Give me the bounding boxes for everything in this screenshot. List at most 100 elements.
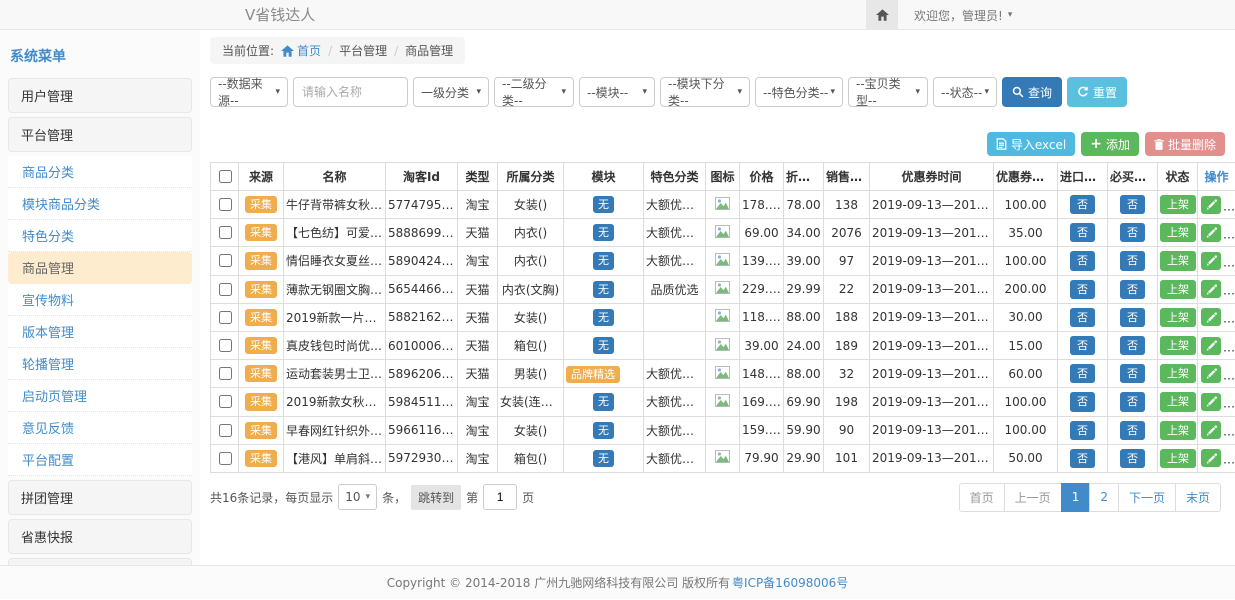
sidebar-subitem[interactable]: 特色分类 bbox=[8, 220, 192, 252]
row-checkbox[interactable] bbox=[219, 452, 232, 465]
row-checkbox[interactable] bbox=[219, 367, 232, 380]
reset-button[interactable]: 重置 bbox=[1067, 77, 1127, 107]
sidebar-item-platform[interactable]: 平台管理 bbox=[8, 117, 192, 152]
status-badge[interactable]: 上架 bbox=[1160, 280, 1196, 299]
icp-link[interactable]: 粤ICP备16098006号 bbox=[732, 574, 848, 591]
sidebar-subitem[interactable]: 意见反馈 bbox=[8, 412, 192, 444]
row-checkbox[interactable] bbox=[219, 198, 232, 211]
source-badge: 采集 bbox=[245, 422, 277, 439]
breadcrumb-item-platform[interactable]: 平台管理 bbox=[339, 42, 387, 59]
batch-delete-button[interactable]: 批量删除 bbox=[1145, 132, 1225, 156]
column-header: 优惠券金额 bbox=[994, 163, 1058, 191]
row-edit-button[interactable] bbox=[1201, 421, 1221, 439]
import-choice-toggle[interactable]: 否 bbox=[1070, 223, 1095, 242]
status-badge[interactable]: 上架 bbox=[1160, 392, 1196, 411]
breadcrumb-item-goods[interactable]: 商品管理 bbox=[405, 42, 453, 59]
row-checkbox[interactable] bbox=[219, 283, 232, 296]
status-badge[interactable]: 上架 bbox=[1160, 421, 1196, 440]
first-page-button[interactable]: 首页 bbox=[959, 483, 1005, 512]
import-choice-toggle[interactable]: 否 bbox=[1070, 280, 1095, 299]
row-edit-button[interactable] bbox=[1201, 224, 1221, 242]
filter-select[interactable]: --特色分类--▾ bbox=[755, 77, 843, 107]
prev-page-button[interactable]: 上一页 bbox=[1004, 483, 1062, 512]
must-buy-toggle[interactable]: 否 bbox=[1120, 280, 1145, 299]
status-badge[interactable]: 上架 bbox=[1160, 223, 1196, 242]
filter-select[interactable]: --状态--▾ bbox=[933, 77, 997, 107]
row-checkbox[interactable] bbox=[219, 424, 232, 437]
page-number-button[interactable]: 2 bbox=[1089, 483, 1119, 512]
sidebar-item[interactable]: 消息管理 bbox=[8, 558, 192, 565]
row-edit-button[interactable] bbox=[1201, 365, 1221, 383]
filter-select[interactable]: --二级分类--▾ bbox=[494, 77, 574, 107]
row-edit-button[interactable] bbox=[1201, 449, 1221, 467]
sidebar-subitem[interactable]: 轮播管理 bbox=[8, 348, 192, 380]
row-edit-button[interactable] bbox=[1201, 308, 1221, 326]
home-button[interactable] bbox=[866, 0, 898, 30]
status-badge[interactable]: 上架 bbox=[1160, 251, 1196, 270]
import-choice-toggle[interactable]: 否 bbox=[1070, 251, 1095, 270]
filter-select[interactable]: --数据来源--▾ bbox=[210, 77, 288, 107]
import-choice-toggle[interactable]: 否 bbox=[1070, 308, 1095, 327]
sidebar-subitem[interactable]: 商品分类 bbox=[8, 156, 192, 188]
name-search-input[interactable] bbox=[293, 77, 408, 107]
page-buttons: 首页上一页12下一页末页 bbox=[959, 483, 1221, 512]
sidebar-item-users[interactable]: 用户管理 bbox=[8, 78, 192, 113]
per-page-select[interactable]: 10 ▾ bbox=[338, 484, 377, 510]
row-edit-button[interactable] bbox=[1201, 252, 1221, 270]
filter-select[interactable]: --模块--▾ bbox=[579, 77, 655, 107]
import-excel-button[interactable]: 导入excel bbox=[987, 132, 1075, 156]
sidebar-item[interactable]: 省惠快报 bbox=[8, 519, 192, 554]
must-buy-toggle[interactable]: 否 bbox=[1120, 421, 1145, 440]
import-choice-toggle[interactable]: 否 bbox=[1070, 364, 1095, 383]
sidebar-subitem[interactable]: 启动页管理 bbox=[8, 380, 192, 412]
jump-page-input[interactable] bbox=[483, 484, 517, 510]
must-buy-toggle[interactable]: 否 bbox=[1120, 308, 1145, 327]
column-header: 进口优选 bbox=[1058, 163, 1108, 191]
sidebar-subitem[interactable]: 版本管理 bbox=[8, 316, 192, 348]
sidebar-subitem[interactable]: 平台配置 bbox=[8, 444, 192, 476]
search-button[interactable]: 查询 bbox=[1002, 77, 1062, 107]
import-choice-toggle[interactable]: 否 bbox=[1070, 392, 1095, 411]
row-edit-button[interactable] bbox=[1201, 337, 1221, 355]
status-badge[interactable]: 上架 bbox=[1160, 364, 1196, 383]
import-choice-toggle[interactable]: 否 bbox=[1070, 421, 1095, 440]
row-checkbox[interactable] bbox=[219, 311, 232, 324]
product-name: 牛仔背带裤女秋装减龄... bbox=[284, 191, 386, 219]
row-edit-button[interactable] bbox=[1201, 393, 1221, 411]
must-buy-toggle[interactable]: 否 bbox=[1120, 195, 1145, 214]
add-button[interactable]: + 添加 bbox=[1081, 132, 1139, 156]
row-checkbox[interactable] bbox=[219, 226, 232, 239]
row-edit-button[interactable] bbox=[1201, 196, 1221, 214]
sidebar-subitem[interactable]: 模块商品分类 bbox=[8, 188, 192, 220]
must-buy-toggle[interactable]: 否 bbox=[1120, 392, 1145, 411]
import-choice-toggle[interactable]: 否 bbox=[1070, 449, 1095, 468]
must-buy-toggle[interactable]: 否 bbox=[1120, 251, 1145, 270]
must-buy-toggle[interactable]: 否 bbox=[1120, 364, 1145, 383]
sidebar-subitem[interactable]: 宣传物料 bbox=[8, 284, 192, 316]
last-page-button[interactable]: 末页 bbox=[1175, 483, 1221, 512]
select-all-checkbox[interactable] bbox=[219, 170, 232, 183]
must-buy-toggle[interactable]: 否 bbox=[1120, 449, 1145, 468]
import-choice-toggle[interactable]: 否 bbox=[1070, 336, 1095, 355]
row-checkbox[interactable] bbox=[219, 395, 232, 408]
row-checkbox[interactable] bbox=[219, 254, 232, 267]
filter-select[interactable]: --宝贝类型--▾ bbox=[848, 77, 928, 107]
sidebar-item[interactable]: 拼团管理 bbox=[8, 480, 192, 515]
import-choice-toggle[interactable]: 否 bbox=[1070, 195, 1095, 214]
breadcrumb-home-link[interactable]: 首页 bbox=[281, 42, 321, 59]
must-buy-toggle[interactable]: 否 bbox=[1120, 336, 1145, 355]
sidebar-subitem[interactable]: 商品管理 bbox=[8, 252, 192, 284]
status-badge[interactable]: 上架 bbox=[1160, 449, 1196, 468]
must-buy-toggle[interactable]: 否 bbox=[1120, 223, 1145, 242]
filter-select[interactable]: 一级分类▾ bbox=[413, 77, 489, 107]
status-badge[interactable]: 上架 bbox=[1160, 308, 1196, 327]
row-edit-button[interactable] bbox=[1201, 280, 1221, 298]
user-menu[interactable]: 欢迎您，管理员! ▾ bbox=[914, 7, 1012, 24]
next-page-button[interactable]: 下一页 bbox=[1118, 483, 1176, 512]
filter-select[interactable]: --模块下分类--▾ bbox=[660, 77, 750, 107]
status-badge[interactable]: 上架 bbox=[1160, 336, 1196, 355]
page-number-button[interactable]: 1 bbox=[1061, 483, 1091, 512]
row-checkbox[interactable] bbox=[219, 339, 232, 352]
jump-button[interactable]: 跳转到 bbox=[411, 485, 461, 510]
status-badge[interactable]: 上架 bbox=[1160, 195, 1196, 214]
